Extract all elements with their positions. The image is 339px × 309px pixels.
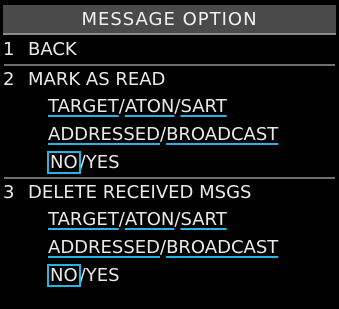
delete-target-option[interactable]: TARGET	[48, 209, 119, 230]
divider	[4, 177, 335, 179]
delete-aton-option[interactable]: ATON	[125, 209, 175, 230]
mark-broadcast-option[interactable]: BROADCAST	[166, 124, 278, 145]
menu-item-number: 2	[3, 69, 15, 90]
menu-item-label: BACK	[28, 39, 77, 60]
mark-sart-option[interactable]: SART	[180, 96, 226, 117]
menu-item-number: 3	[3, 182, 15, 203]
mark-no-option[interactable]: NO	[47, 151, 81, 174]
message-option-menu: MESSAGE OPTION 1 BACK 2 MARK AS READ TAR…	[0, 0, 339, 309]
mark-aton-option[interactable]: ATON	[125, 96, 175, 117]
mark-yes-option[interactable]: YES	[86, 152, 120, 173]
menu-item-label: DELETE RECEIVED MSGS	[28, 182, 252, 203]
menu-item-delete-received[interactable]: 3 DELETE RECEIVED MSGS	[0, 180, 339, 206]
menu-item-label: MARK AS READ	[28, 69, 166, 90]
menu-item-mark-as-read[interactable]: 2 MARK AS READ	[0, 67, 339, 93]
delete-no-option[interactable]: NO	[47, 264, 81, 287]
mark-target-option[interactable]: TARGET	[48, 96, 119, 117]
divider	[4, 64, 335, 66]
delete-broadcast-option[interactable]: BROADCAST	[166, 237, 278, 258]
menu-item-back[interactable]: 1 BACK	[0, 37, 339, 63]
delete-yes-option[interactable]: YES	[86, 265, 120, 286]
mark-addressed-option[interactable]: ADDRESSED	[48, 124, 160, 145]
menu-item-number: 1	[3, 39, 15, 60]
menu-title: MESSAGE OPTION	[3, 5, 336, 35]
delete-sart-option[interactable]: SART	[180, 209, 226, 230]
delete-addressed-option[interactable]: ADDRESSED	[48, 237, 160, 258]
